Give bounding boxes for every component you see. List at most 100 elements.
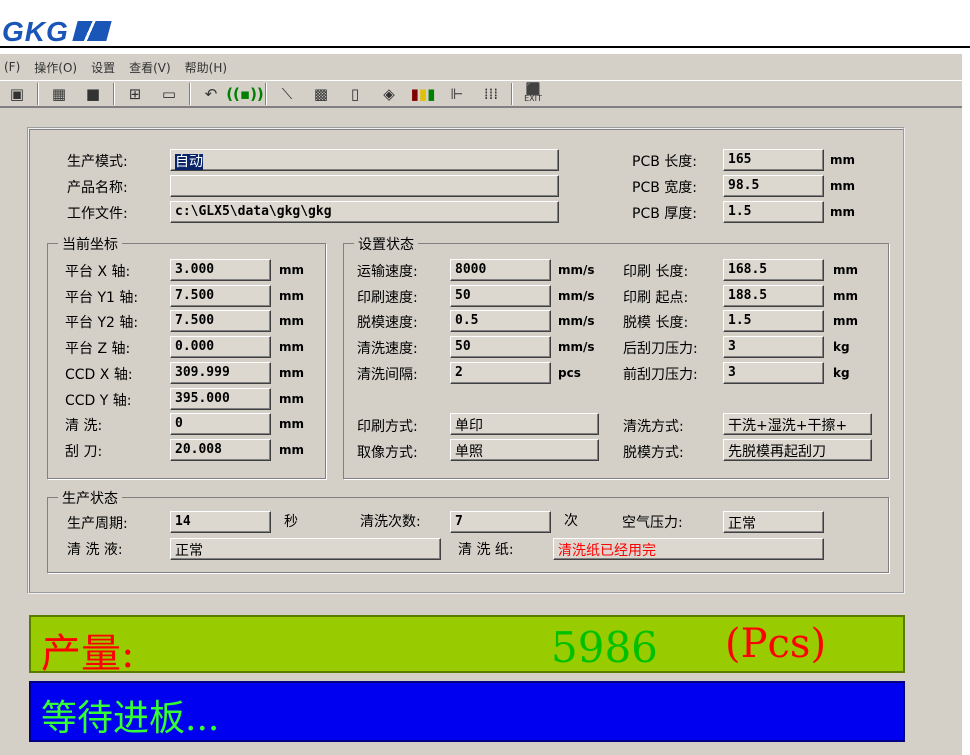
coord-unit: mm [279, 314, 305, 329]
setting-label: 前刮刀压力: [623, 366, 698, 383]
chart-icon[interactable]: ▮ ▮ ▮ [406, 82, 440, 106]
print-mode-field[interactable]: 单印 [450, 413, 599, 435]
output-label: 产量: [41, 631, 135, 677]
setting-field[interactable]: 0.5 [450, 310, 551, 333]
demold-mode-label: 脱模方式: [623, 445, 684, 461]
caliper-icon[interactable]: ⊩ [440, 82, 474, 106]
setting-field[interactable]: 50 [450, 336, 551, 359]
camera-mode-field[interactable]: 单照 [450, 439, 599, 461]
group-title: 当前坐标 [58, 234, 122, 254]
logo-text: GKG [2, 16, 69, 47]
message-banner: 等待进板... [29, 681, 905, 742]
name-field[interactable] [170, 175, 559, 197]
paper-field[interactable]: 清洗纸已经用完 [553, 538, 824, 560]
menu-help[interactable]: 帮助(H) [185, 59, 227, 76]
coord-label: CCD X 轴: [65, 366, 133, 383]
setting-label: 清洗速度: [357, 341, 418, 358]
setting-field[interactable]: 3 [723, 336, 824, 359]
setting-unit: mm/s [558, 288, 595, 303]
cycle-field[interactable]: 14 [170, 511, 271, 533]
unit: mm [830, 179, 856, 193]
tool-icon[interactable]: ◈ [372, 82, 406, 106]
mode-field[interactable]: 自动 [170, 149, 559, 171]
coord-label: 平台 Y2 轴: [65, 315, 139, 332]
air-label: 空气压力: [622, 515, 683, 531]
liquid-field[interactable]: 正常 [170, 538, 441, 560]
setting-field[interactable]: 188.5 [723, 284, 824, 307]
setting-label: 印刷速度: [357, 289, 418, 306]
board-icon[interactable]: ■ [76, 82, 110, 106]
coord-unit: mm [279, 263, 305, 277]
header-rule [0, 46, 970, 48]
air-field[interactable]: 正常 [723, 511, 824, 533]
coord-label: CCD Y 轴: [65, 392, 132, 409]
coord-unit: mm [279, 365, 305, 380]
setting-unit: mm [833, 263, 859, 277]
setting-label: 脱模速度: [357, 315, 418, 332]
coord-label: 平台 Y1 轴: [65, 289, 139, 306]
setting-field[interactable]: 50 [450, 284, 551, 307]
menu-view[interactable]: 查看(V) [129, 59, 171, 76]
grid-icon[interactable]: ⁞⁞⁞ [474, 82, 508, 106]
pcb-thickness-field[interactable]: 1.5 [723, 201, 824, 223]
file-field[interactable]: c:\GLX5\data\gkg\gkg [170, 201, 559, 223]
camera-icon[interactable]: ▩ [304, 82, 338, 106]
cycle-label: 生产周期: [67, 516, 128, 532]
coord-field[interactable]: 395.000 [170, 387, 271, 410]
setting-label: 印刷 长度: [623, 264, 689, 280]
menu-file[interactable]: (F) [4, 60, 20, 74]
setting-label: 运输速度: [357, 264, 418, 280]
menu-bar: (F) 操作(O) 设置 查看(V) 帮助(H) [0, 56, 227, 78]
coord-field[interactable]: 20.008 [170, 438, 271, 461]
separator [113, 82, 115, 105]
exit-label: EXIT [524, 93, 542, 103]
setting-field[interactable]: 3 [723, 361, 824, 384]
setting-field[interactable]: 2 [450, 361, 551, 384]
setting-field[interactable]: 1.5 [723, 310, 824, 333]
pcb-width-field[interactable]: 98.5 [723, 175, 824, 197]
coord-unit: mm [279, 442, 305, 457]
undo-icon[interactable]: ↶ [194, 82, 228, 106]
setting-unit: mm/s [558, 263, 595, 277]
rail-icon[interactable]: ▭ [152, 82, 186, 106]
output-unit: (Pcs) [725, 621, 827, 667]
door-icon[interactable]: ▯ [338, 82, 372, 106]
liquid-label: 清 洗 液: [67, 542, 123, 558]
separator [189, 82, 191, 105]
gkg-logo: GKG [2, 16, 112, 48]
setting-field[interactable]: 8000 [450, 259, 551, 281]
save-icon[interactable]: ▣ [0, 82, 34, 106]
setting-label: 印刷 起点: [623, 289, 689, 306]
coord-field[interactable]: 7.500 [170, 284, 271, 307]
clean-mode-label: 清洗方式: [623, 419, 684, 435]
setting-field[interactable]: 168.5 [723, 259, 824, 281]
separator [37, 82, 39, 105]
demold-mode-field[interactable]: 先脱模再起刮刀 [723, 439, 872, 461]
logo-bars [72, 21, 112, 41]
exit-button[interactable]: ⬛ EXIT [516, 82, 550, 106]
print-mode-label: 印刷方式: [357, 419, 418, 435]
clean-count-field[interactable]: 7 [450, 511, 551, 533]
coord-field[interactable]: 0 [170, 413, 271, 436]
coord-field[interactable]: 3.000 [170, 259, 271, 281]
setting-label: 脱模 长度: [623, 315, 689, 332]
align-icon[interactable]: ⊞ [118, 82, 152, 106]
toolbar: ▣ ▦ ■ ⊞ ▭ ↶ ((▪)) ⟍ ▩ ▯ ◈ ▮ ▮ ▮ ⊩ ⁞⁞⁞ ⬛ EXI… [0, 80, 962, 108]
menu-operate[interactable]: 操作(O) [34, 59, 77, 76]
pcb-width-label: PCB 宽度: [632, 180, 697, 196]
setting-unit: kg [833, 340, 850, 355]
stencil-icon[interactable]: ▦ [42, 82, 76, 106]
pcb-length-field[interactable]: 165 [723, 149, 824, 171]
coord-label: 平台 X 轴: [65, 264, 131, 280]
menu-settings[interactable]: 设置 [91, 59, 115, 76]
run-icon[interactable]: ((▪)) [226, 82, 264, 106]
setting-label: 后刮刀压力: [623, 341, 698, 358]
coord-field[interactable]: 7.500 [170, 310, 271, 333]
mode-label: 生产模式: [67, 154, 128, 170]
clean-mode-field[interactable]: 干洗+湿洗+干擦+ [723, 413, 872, 435]
coord-label: 刮 刀: [65, 443, 103, 460]
coord-field[interactable]: 0.000 [170, 336, 271, 359]
coord-field[interactable]: 309.999 [170, 361, 271, 384]
group-title: 设置状态 [354, 234, 418, 254]
squeegee-icon[interactable]: ⟍ [270, 82, 304, 106]
